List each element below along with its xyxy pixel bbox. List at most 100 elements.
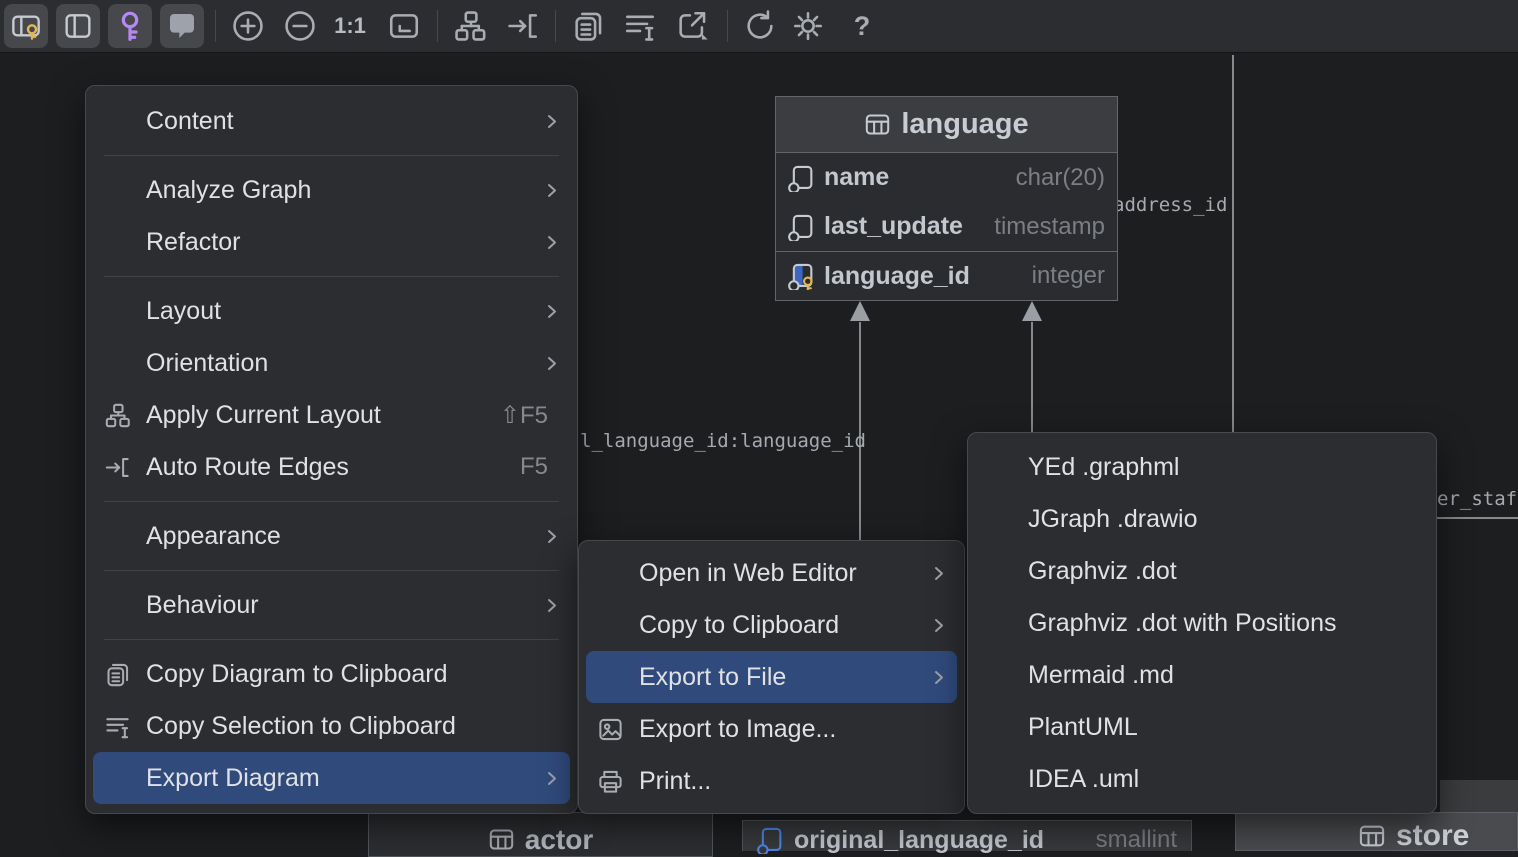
table-node-language[interactable]: language name char(20) last_update times… <box>775 96 1118 301</box>
edge-label-address-id: address_id <box>1113 194 1227 216</box>
zoom-reset-button[interactable]: 1:1 <box>328 8 372 44</box>
export-button[interactable] <box>674 8 710 44</box>
menu-item-open-in-web-editor[interactable]: Open in Web Editor <box>586 547 957 599</box>
key-icon <box>114 10 146 42</box>
toolbar-separator <box>437 10 438 42</box>
export-to-file-submenu: YEd .graphml JGraph .drawio Graphviz .do… <box>967 432 1437 814</box>
menu-item-apply-current-layout[interactable]: Apply Current Layout ⇧F5 <box>93 389 570 441</box>
menu-shortcut: F5 <box>520 453 548 481</box>
table-icon <box>1358 822 1386 850</box>
table-node-store-top <box>1440 780 1518 812</box>
diagram-toolbar: 1:1 ? <box>0 0 1518 53</box>
menu-item-analyze-graph[interactable]: Analyze Graph <box>93 164 570 216</box>
menu-item-copy-selection-to-clipboard[interactable]: Copy Selection to Clipboard <box>93 700 570 752</box>
layout-hierarchy-icon <box>104 402 131 429</box>
image-icon <box>597 716 624 743</box>
toolbar-separator <box>215 10 216 42</box>
toggle-keys-button[interactable] <box>108 4 152 48</box>
printer-icon <box>597 768 624 795</box>
diagram-editor-window: { "toolbar": { "toggle_buttons": [ {"ico… <box>0 0 1518 850</box>
auto-route-icon <box>104 454 131 481</box>
zoom-out-button[interactable] <box>282 8 318 44</box>
copy-diagram-icon <box>104 661 131 688</box>
chevron-right-icon <box>544 770 560 787</box>
primary-key-column-icon <box>788 262 816 290</box>
menu-item-refactor[interactable]: Refactor <box>93 216 570 268</box>
table-header-language[interactable]: language <box>776 97 1117 153</box>
column-icon <box>788 164 816 192</box>
chevron-right-icon <box>931 565 947 582</box>
zoom-reset-label: 1:1 <box>334 8 366 44</box>
auto-route-edges-button[interactable] <box>505 8 541 44</box>
table-field-name[interactable]: name char(20) <box>776 153 1117 202</box>
menu-separator <box>104 501 559 502</box>
export-icon <box>675 9 709 43</box>
edge-arrowhead <box>850 301 870 321</box>
zoom-out-icon <box>283 9 317 43</box>
refresh-button[interactable] <box>742 8 778 44</box>
menu-item-layout[interactable]: Layout <box>93 285 570 337</box>
menu-item-orientation[interactable]: Orientation <box>93 337 570 389</box>
toggle-comments-button[interactable] <box>160 4 204 48</box>
copy-diagram-button[interactable] <box>570 8 606 44</box>
menu-item-auto-route-edges[interactable]: Auto Route Edges F5 <box>93 441 570 493</box>
chevron-right-icon <box>544 113 560 130</box>
menu-item-graphviz-dot[interactable]: Graphviz .dot <box>975 545 1429 597</box>
toggle-column-list-button[interactable] <box>56 4 100 48</box>
toggle-columns-keys-button[interactable] <box>4 4 48 48</box>
menu-item-idea-uml[interactable]: IDEA .uml <box>975 753 1429 805</box>
table-title: language <box>901 108 1028 141</box>
edge-line <box>1437 517 1518 519</box>
chevron-right-icon <box>544 355 560 372</box>
menu-item-plantuml[interactable]: PlantUML <box>975 701 1429 753</box>
layout-hierarchy-icon <box>453 9 487 43</box>
menu-item-graphviz-dot-with-positions[interactable]: Graphviz .dot with Positions <box>975 597 1429 649</box>
table-node-store[interactable]: store <box>1235 812 1518 851</box>
menu-item-export-diagram[interactable]: Export Diagram <box>93 752 570 804</box>
menu-item-appearance[interactable]: Appearance <box>93 510 570 562</box>
edge-line <box>1232 55 1234 432</box>
menu-item-content[interactable]: Content <box>93 95 570 147</box>
menu-shortcut: ⇧F5 <box>500 401 548 430</box>
menu-item-print[interactable]: Print... <box>586 755 957 807</box>
menu-item-yed-graphml[interactable]: YEd .graphml <box>975 441 1429 493</box>
table-field-language-id[interactable]: language_id integer <box>776 251 1117 300</box>
chevron-right-icon <box>931 669 947 686</box>
chevron-right-icon <box>544 234 560 251</box>
two-column-table-icon <box>62 10 94 42</box>
comment-icon <box>166 10 198 42</box>
table-field-last-update[interactable]: last_update timestamp <box>776 202 1117 251</box>
chevron-right-icon <box>544 303 560 320</box>
table-node-actor[interactable]: actor <box>368 812 713 857</box>
menu-separator <box>104 639 559 640</box>
menu-item-jgraph-drawio[interactable]: JGraph .drawio <box>975 493 1429 545</box>
edge-label-staff-partial: er_staff_ <box>1437 488 1518 510</box>
menu-item-copy-diagram-to-clipboard[interactable]: Copy Diagram to Clipboard <box>93 648 570 700</box>
table-icon <box>488 826 515 853</box>
chevron-right-icon <box>544 528 560 545</box>
chevron-right-icon <box>544 182 560 199</box>
copy-selection-button[interactable] <box>622 8 658 44</box>
edge-label-language-fk: l_language_id:language_id <box>580 430 866 452</box>
table-with-key-icon <box>10 10 42 42</box>
refresh-icon <box>743 9 777 43</box>
menu-item-export-to-image[interactable]: Export to Image... <box>586 703 957 755</box>
menu-item-copy-to-clipboard[interactable]: Copy to Clipboard <box>586 599 957 651</box>
apply-layout-button[interactable] <box>452 8 488 44</box>
copy-diagram-icon <box>571 9 605 43</box>
copy-selection-icon <box>623 9 657 43</box>
menu-item-mermaid-md[interactable]: Mermaid .md <box>975 649 1429 701</box>
table-field-original-language-id[interactable]: original_language_id smallint <box>742 820 1192 851</box>
diagram-context-menu: Content Analyze Graph Refactor Layout Or… <box>85 85 578 814</box>
menu-item-export-to-file[interactable]: Export to File <box>586 651 957 703</box>
fit-content-button[interactable] <box>386 8 422 44</box>
settings-button[interactable] <box>790 8 826 44</box>
menu-separator <box>104 570 559 571</box>
help-button[interactable]: ? <box>844 8 880 44</box>
zoom-in-button[interactable] <box>230 8 266 44</box>
column-icon <box>788 213 816 241</box>
menu-item-behaviour[interactable]: Behaviour <box>93 579 570 631</box>
edge-arrowhead <box>1022 301 1042 321</box>
export-diagram-submenu: Open in Web Editor Copy to Clipboard Exp… <box>578 540 965 814</box>
menu-separator <box>104 155 559 156</box>
